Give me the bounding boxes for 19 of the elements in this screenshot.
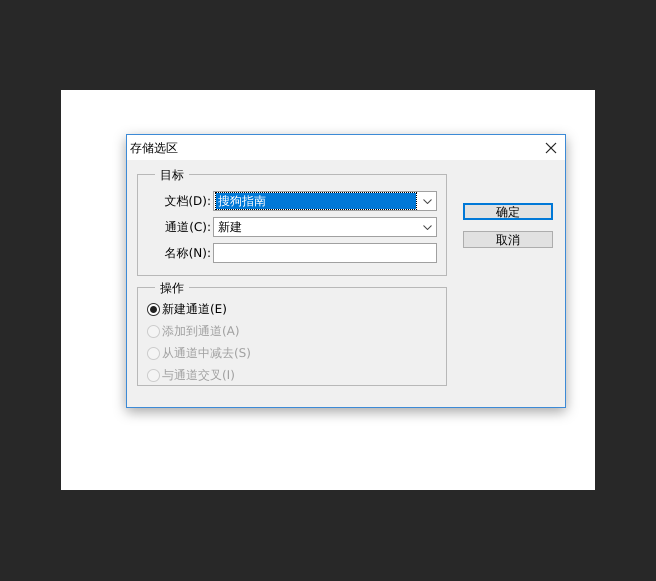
- field-label: 通道(C):: [164, 219, 212, 236]
- dialog-button[interactable]: 取消: [463, 231, 553, 248]
- input-field[interactable]: [213, 243, 437, 263]
- dialog-button[interactable]: 确定: [463, 203, 553, 220]
- chevron-down-icon: [423, 198, 432, 204]
- chevron-down-icon: [423, 224, 432, 230]
- radio-button[interactable]: [147, 302, 160, 316]
- field-label: 文档(D):: [163, 193, 212, 210]
- group-title: 操作: [155, 279, 189, 297]
- field-label: 名称(N):: [164, 245, 212, 262]
- radio-label: 与通道交叉(I): [162, 367, 235, 384]
- radio-label: 添加到通道(A): [162, 323, 240, 340]
- window-title: 存储选区: [130, 140, 178, 156]
- dropdown[interactable]: 新建: [213, 217, 437, 237]
- dropdown[interactable]: 搜狗指南: [213, 191, 437, 211]
- radio-label: 新建通道(E): [162, 301, 227, 318]
- close-icon[interactable]: [545, 142, 557, 154]
- radio-label: 从通道中减去(S): [162, 345, 251, 362]
- group-title: 目标: [155, 166, 189, 184]
